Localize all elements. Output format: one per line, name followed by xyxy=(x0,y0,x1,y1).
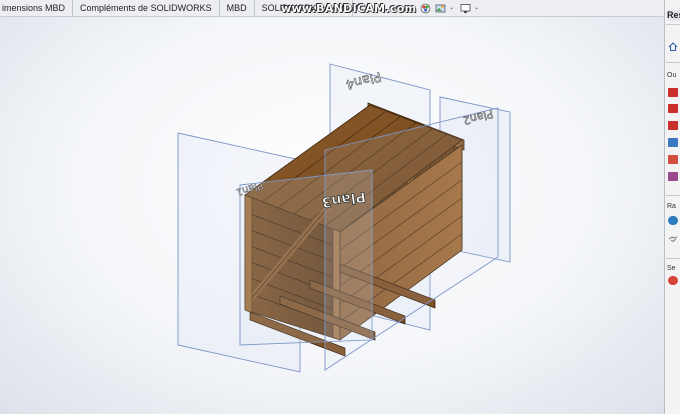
task-pane: Res Ou Ra Se xyxy=(664,0,680,414)
handshake-icon[interactable] xyxy=(668,234,678,243)
tool-icon[interactable] xyxy=(668,121,678,130)
task-pane-divider xyxy=(666,258,680,259)
tool-icon[interactable] xyxy=(668,172,678,181)
task-pane-section-label: Se xyxy=(667,265,676,272)
task-pane-section-label: Ou xyxy=(667,72,677,79)
home-icon[interactable] xyxy=(668,42,678,51)
task-pane-divider xyxy=(666,195,680,196)
task-pane-title[interactable]: Res xyxy=(667,10,680,21)
tool-icon[interactable] xyxy=(668,104,678,113)
model-view[interactable]: Plan4 Plan2 Plan3 Plan1 xyxy=(0,0,664,414)
tool-icon[interactable] xyxy=(668,88,678,97)
globe-icon[interactable] xyxy=(668,216,678,225)
plane-front-large[interactable] xyxy=(324,107,499,371)
tool-icon[interactable] xyxy=(668,138,678,147)
task-pane-divider xyxy=(666,62,680,63)
tool-icon[interactable] xyxy=(668,155,678,164)
task-pane-divider xyxy=(666,24,680,25)
task-pane-section-label: Ra xyxy=(667,203,676,210)
community-icon[interactable] xyxy=(668,276,678,285)
